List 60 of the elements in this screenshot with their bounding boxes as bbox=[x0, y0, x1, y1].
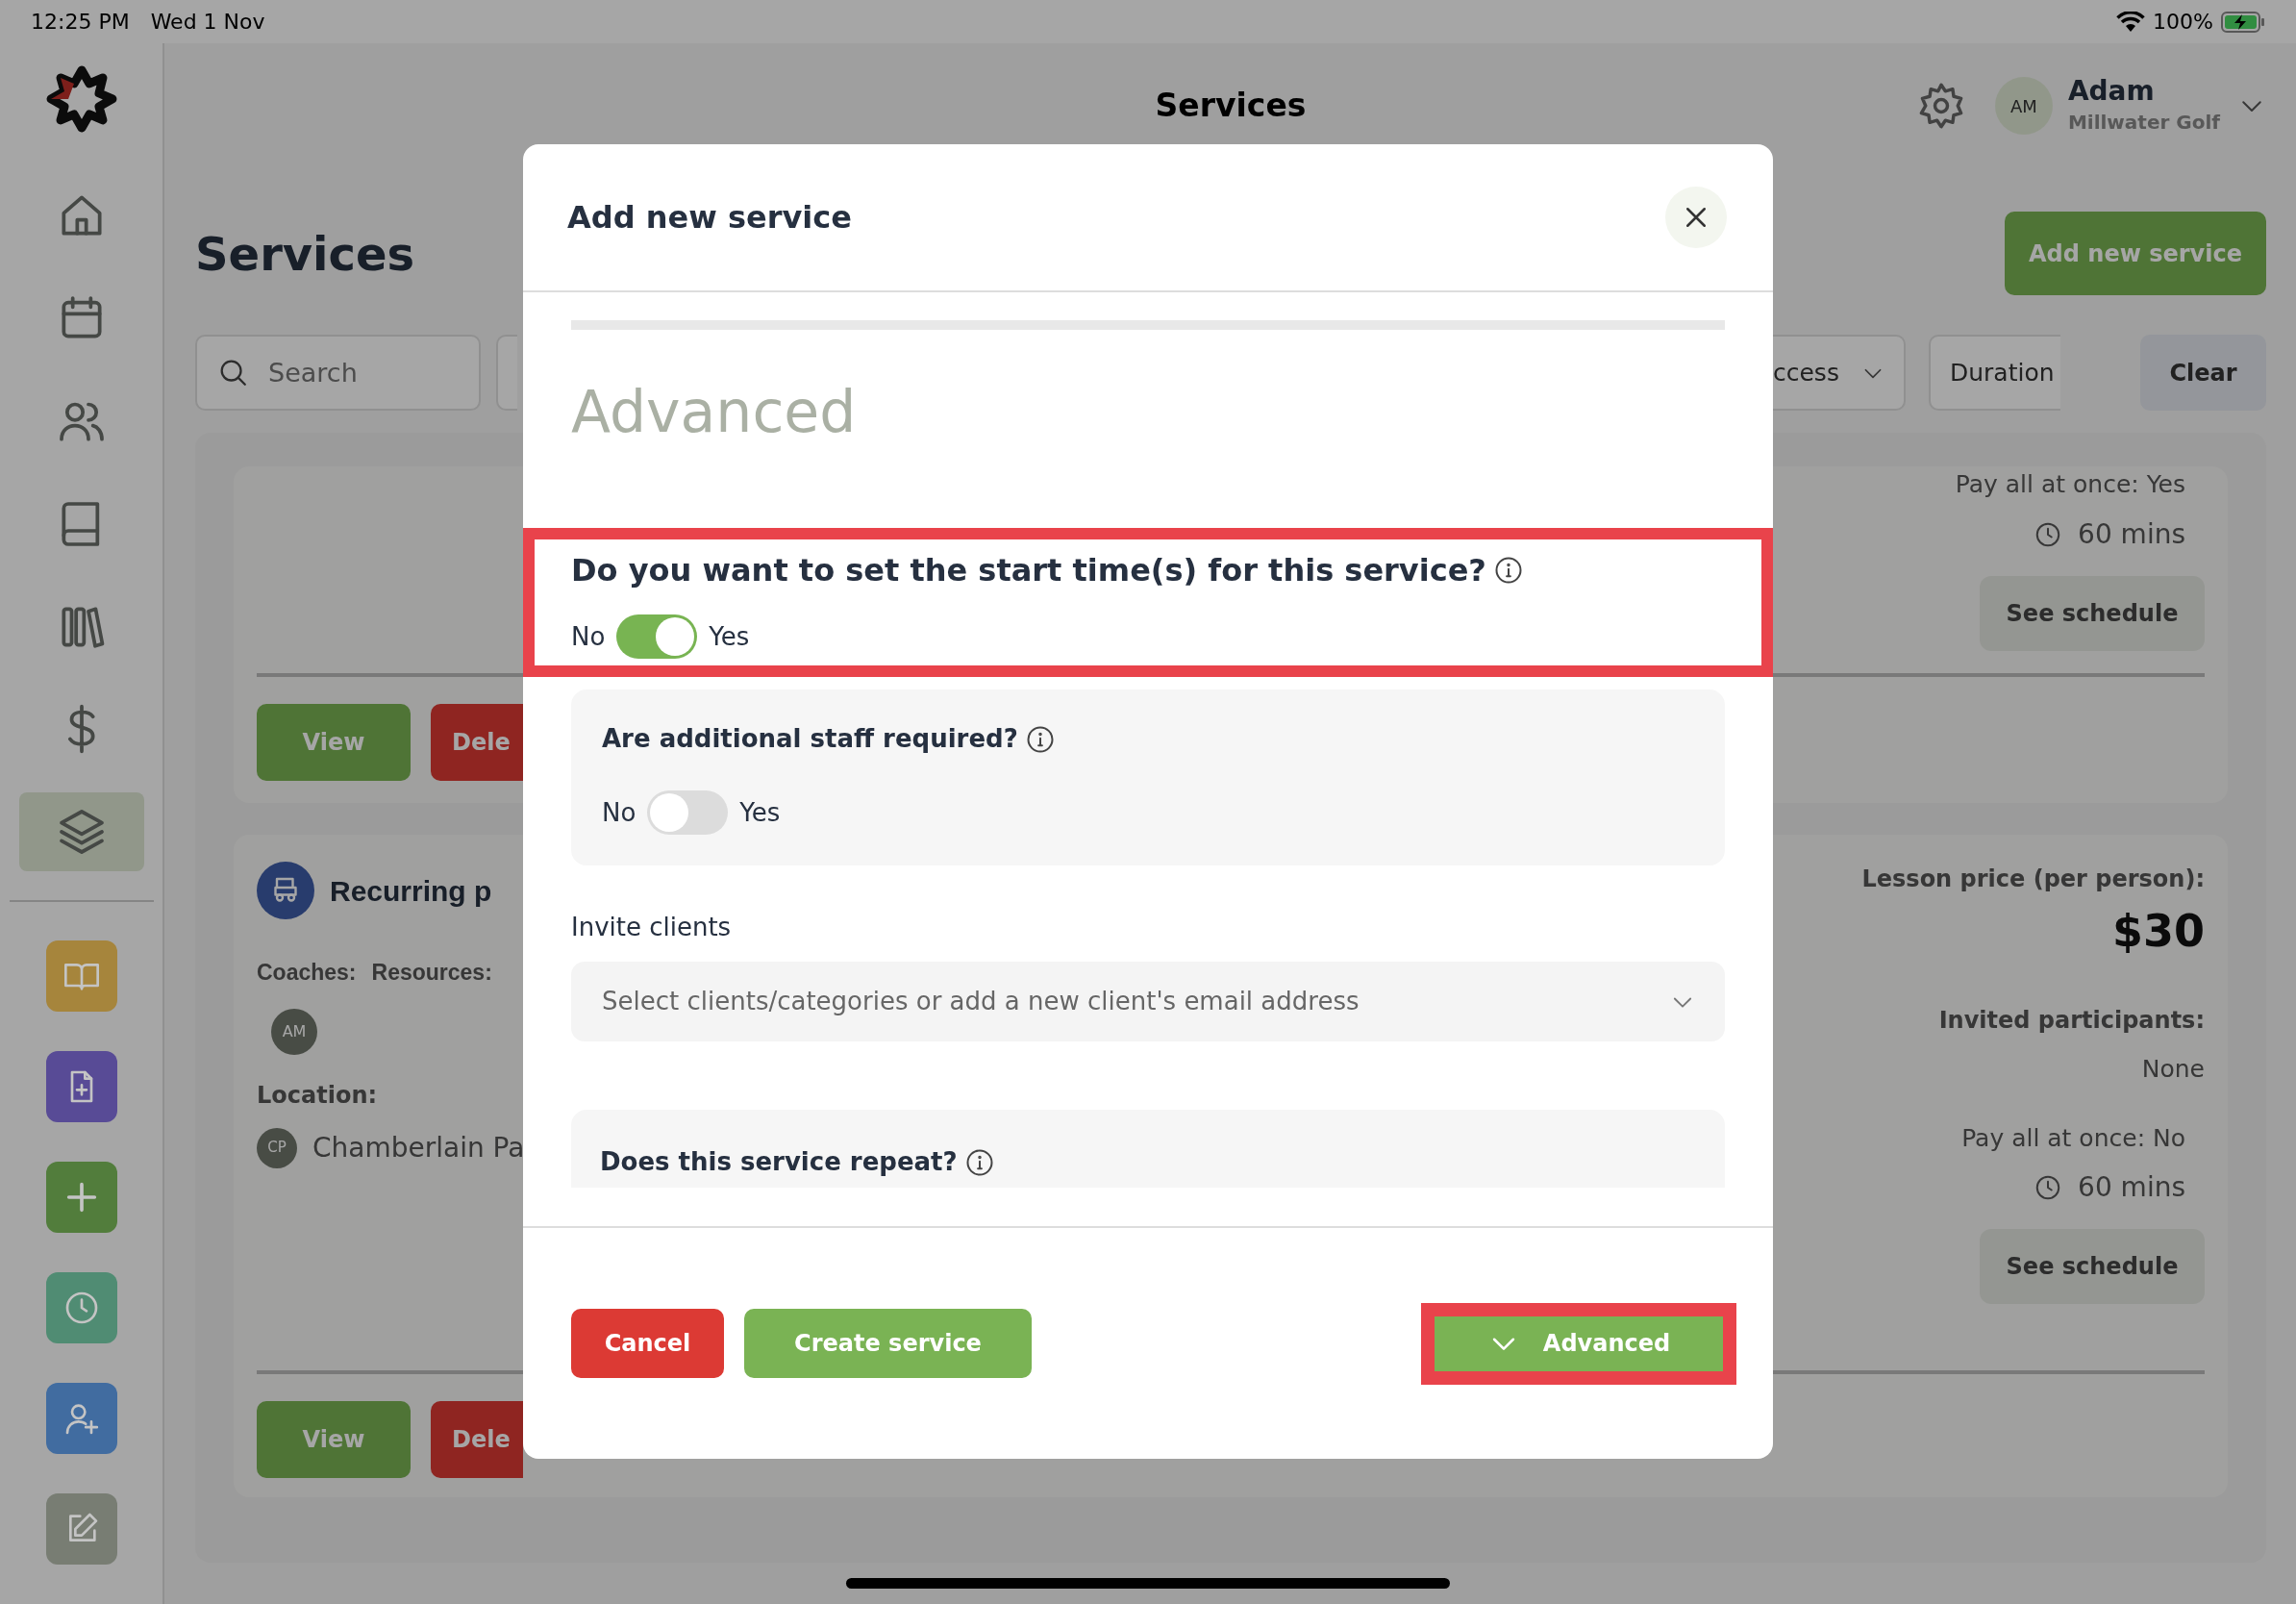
question-text: Are additional staff required? bbox=[602, 723, 1018, 755]
golf-cart-icon bbox=[257, 862, 314, 919]
shortcut-button[interactable] bbox=[45, 940, 117, 1013]
location-label: Location: bbox=[257, 1080, 379, 1111]
coach-avatar: AM bbox=[271, 1008, 317, 1055]
toggle-switch[interactable] bbox=[647, 790, 729, 835]
pay-all-text: Pay all at once: Yes bbox=[1955, 469, 2185, 500]
price-value: $30 bbox=[2111, 904, 2205, 959]
advanced-toggle-button[interactable]: Advanced bbox=[1435, 1316, 1723, 1371]
participants-label: Invited participants: bbox=[1938, 1006, 2205, 1036]
filter-dropdown[interactable]: ccess bbox=[1773, 335, 1906, 411]
user-name: Adam bbox=[2067, 75, 2156, 108]
client-select[interactable]: Select clients/categories or add a new client's email address bbox=[571, 962, 1725, 1041]
modal-title: Add new service bbox=[567, 198, 852, 238]
page-title: Services bbox=[195, 225, 415, 283]
shortcut-button[interactable] bbox=[45, 1272, 117, 1344]
question-text: Does this service repeat? bbox=[600, 1146, 958, 1178]
status-time: 12:25 PM bbox=[31, 9, 130, 36]
battery-percent: 100% bbox=[2153, 9, 2213, 36]
toggle-off-label: No bbox=[571, 620, 606, 653]
shortcut-button[interactable] bbox=[45, 1051, 117, 1123]
cancel-button[interactable]: Cancel bbox=[571, 1309, 724, 1378]
participants-value: None bbox=[2141, 1054, 2205, 1085]
wifi-icon bbox=[2116, 11, 2146, 33]
duration-text: 60 mins bbox=[2078, 516, 2185, 552]
shortcut-button[interactable] bbox=[45, 1493, 117, 1565]
club-name: Millwater Golf bbox=[2067, 109, 2220, 136]
see-schedule-button[interactable]: See schedule bbox=[1980, 575, 2205, 651]
filter-dropdown[interactable]: Duration bbox=[1929, 335, 2060, 411]
toggle-off-label: No bbox=[602, 796, 636, 829]
toggle-on-label: Yes bbox=[709, 620, 750, 653]
delete-button[interactable]: Dele bbox=[431, 704, 523, 781]
shortcut-button[interactable] bbox=[45, 1383, 117, 1455]
price-label: Lesson price (per person): bbox=[1861, 865, 2205, 894]
clear-button[interactable]: Clear bbox=[2140, 335, 2266, 411]
sidebar-item[interactable] bbox=[18, 792, 144, 872]
toggle-switch[interactable] bbox=[616, 614, 698, 659]
user-avatar: AM bbox=[1994, 77, 2053, 135]
status-date: Wed 1 Nov bbox=[150, 9, 265, 36]
question-text: Do you want to set the start time(s) for this service? bbox=[571, 551, 1486, 590]
pay-all-text: Pay all at once: No bbox=[1961, 1122, 2185, 1154]
location-avatar: CP bbox=[257, 1127, 297, 1168]
toggle-on-label: Yes bbox=[739, 796, 781, 829]
see-schedule-button[interactable]: See schedule bbox=[1980, 1229, 2205, 1304]
search-field[interactable]: Search bbox=[195, 335, 481, 411]
service-title: Recurring p bbox=[330, 873, 492, 909]
shortcut-button[interactable] bbox=[45, 1162, 117, 1234]
section-heading: Advanced bbox=[570, 377, 858, 447]
location-name: Chamberlain Pa bbox=[312, 1130, 523, 1165]
info-icon bbox=[964, 1147, 994, 1177]
create-service-button[interactable]: Create service bbox=[744, 1309, 1032, 1378]
field-label: Invite clients bbox=[571, 912, 733, 943]
info-icon bbox=[1025, 724, 1055, 754]
coaches-label: Coaches: bbox=[257, 959, 357, 987]
resources-label: Resources: bbox=[371, 959, 492, 987]
delete-button[interactable]: Dele bbox=[431, 1401, 523, 1478]
info-icon bbox=[1493, 556, 1523, 585]
duration-text: 60 mins bbox=[2078, 1170, 2185, 1205]
battery-icon bbox=[2221, 11, 2265, 33]
page-header-title: Services bbox=[1155, 86, 1307, 127]
